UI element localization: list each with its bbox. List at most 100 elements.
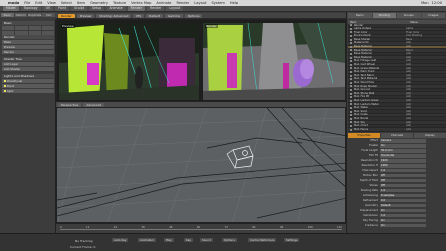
property-value-field[interactable]: 1.0 <box>380 168 426 173</box>
visibility-icon[interactable] <box>350 49 352 52</box>
key-button[interactable]: Key <box>184 238 194 242</box>
tab-channels[interactable]: Channels <box>381 133 413 138</box>
visibility-icon[interactable] <box>350 99 352 102</box>
render-viewport[interactable]: Preview Render <box>56 19 346 102</box>
visibility-icon[interactable] <box>350 56 352 59</box>
timeline-ruler[interactable]: 0 12 24 36 48 60 72 84 96 108 120 <box>60 226 342 230</box>
visibility-icon[interactable] <box>350 38 352 41</box>
spot-light-button[interactable]: Spot <box>2 89 54 93</box>
visibility-icon[interactable] <box>350 63 352 66</box>
tab-render[interactable]: Render <box>127 6 146 11</box>
play-button[interactable]: Play <box>164 238 174 242</box>
menu-select[interactable]: Select <box>61 1 72 5</box>
tab-images[interactable]: Images <box>421 13 445 18</box>
tab-render-2[interactable]: Render <box>147 6 165 11</box>
property-value-field[interactable]: 1920 <box>380 158 426 163</box>
tab-items[interactable]: Items <box>348 13 372 18</box>
preview-button[interactable]: Preview <box>2 45 54 49</box>
property-value-field[interactable]: Default <box>380 203 426 208</box>
preview-left[interactable]: Preview <box>59 23 199 100</box>
menu-animate[interactable]: Animate <box>156 1 171 5</box>
property-value-field[interactable]: On <box>380 218 426 223</box>
visibility-icon[interactable] <box>350 53 352 56</box>
visibility-icon[interactable] <box>350 67 352 70</box>
property-value-field[interactable]: 1.0 <box>380 188 426 193</box>
directional-light-button[interactable]: Directional <box>2 79 54 83</box>
add-shader-button[interactable]: Add Shader <box>2 67 54 71</box>
tab-duplicate[interactable]: Duplicate <box>28 13 42 17</box>
cache-deformers-button[interactable]: Cache Deformers <box>248 238 277 242</box>
preview-view-button[interactable]: Preview <box>76 13 95 18</box>
tab-advanced[interactable]: Advanced <box>83 102 105 107</box>
visibility-icon[interactable] <box>350 121 352 124</box>
property-value-field[interactable]: Off <box>380 183 426 188</box>
visibility-icon[interactable] <box>350 85 352 88</box>
tool-icon[interactable] <box>41 26 54 30</box>
tab-vert[interactable]: Vert <box>42 13 56 17</box>
visibility-icon[interactable] <box>350 117 352 120</box>
shader-tree-row[interactable]: Mat. Fence (all) <box>348 128 446 132</box>
visibility-icon[interactable] <box>350 78 352 81</box>
tab-perspective[interactable]: Perspective <box>58 102 82 107</box>
visibility-icon[interactable] <box>350 24 352 27</box>
property-value-field[interactable]: 0.0 <box>380 198 426 203</box>
timeline[interactable]: 0 12 24 36 48 60 72 84 96 108 120 <box>56 223 346 233</box>
menu-layout[interactable]: Layout <box>194 1 206 5</box>
preview-right[interactable]: Render <box>203 23 345 100</box>
visibility-icon[interactable] <box>350 103 352 106</box>
property-value-field[interactable]: On <box>380 143 426 148</box>
animated-button[interactable]: Animated <box>138 238 156 242</box>
menu-file[interactable]: File <box>24 1 30 5</box>
options-status-button[interactable]: Options <box>222 238 237 242</box>
property-value-field[interactable]: 1080 <box>380 163 426 168</box>
gamma-button[interactable]: Gamma <box>165 13 183 18</box>
property-value-field[interactable]: Off <box>380 173 426 178</box>
property-value-field[interactable]: Camera <box>380 138 426 143</box>
menu-help[interactable]: Help <box>230 1 238 5</box>
default-button[interactable]: Default <box>146 13 164 18</box>
tool-icon[interactable] <box>28 26 41 30</box>
visibility-icon[interactable] <box>350 45 352 48</box>
visibility-icon[interactable] <box>350 71 352 74</box>
tab-shading[interactable]: Shading <box>372 13 396 18</box>
visibility-icon[interactable] <box>350 81 352 84</box>
auto-key-button[interactable]: Auto Key <box>112 238 129 242</box>
visibility-icon[interactable] <box>350 31 352 34</box>
point-light-button[interactable]: Point <box>2 84 54 88</box>
tab-basic[interactable]: Basic <box>1 13 14 17</box>
property-value-field[interactable]: 8 samples <box>380 193 426 198</box>
property-value-field[interactable]: 1.0 <box>380 213 426 218</box>
sound-button[interactable]: Sound <box>200 238 213 242</box>
tab-uv[interactable]: UV <box>42 6 54 11</box>
ies-button[interactable]: IES <box>133 13 145 18</box>
tab-deform[interactable]: Deform <box>14 13 28 17</box>
menu-render[interactable]: Render <box>176 1 189 5</box>
render-view-button[interactable]: Render <box>58 13 75 18</box>
tab-sculpt[interactable]: Sculpt <box>71 6 88 11</box>
visibility-icon[interactable] <box>350 74 352 77</box>
menu-vertex-map[interactable]: Vertex Map <box>131 1 151 5</box>
menu-geometry[interactable]: Geometry <box>90 1 108 5</box>
menu-system[interactable]: System <box>212 1 225 5</box>
tab-groups[interactable]: Groups <box>397 13 421 18</box>
visibility-icon[interactable] <box>350 96 352 99</box>
visibility-icon[interactable] <box>350 60 352 63</box>
property-value-field[interactable]: Off <box>380 178 426 183</box>
tab-model[interactable]: Model <box>3 6 19 11</box>
bake-button[interactable]: Bake <box>2 40 54 44</box>
property-value-field[interactable]: 50.0 mm <box>380 148 426 153</box>
render-button[interactable]: Render <box>2 50 54 54</box>
tab-setup[interactable]: Setup <box>89 6 105 11</box>
visibility-icon[interactable] <box>350 27 352 30</box>
settings-button[interactable]: Settings <box>284 238 300 242</box>
tab-layout[interactable]: Layout <box>166 6 184 11</box>
property-value-field[interactable]: Horizontal <box>380 153 426 158</box>
options-button[interactable]: Options <box>184 13 203 18</box>
column-value[interactable]: Value <box>410 20 418 24</box>
add-layer-button[interactable]: Add Layer <box>2 62 54 66</box>
menu-edit[interactable]: Edit <box>35 1 42 5</box>
visibility-icon[interactable] <box>350 128 352 131</box>
menu-view[interactable]: View <box>47 1 56 5</box>
visibility-icon[interactable] <box>350 88 352 91</box>
tab-display[interactable]: Display <box>414 133 446 138</box>
